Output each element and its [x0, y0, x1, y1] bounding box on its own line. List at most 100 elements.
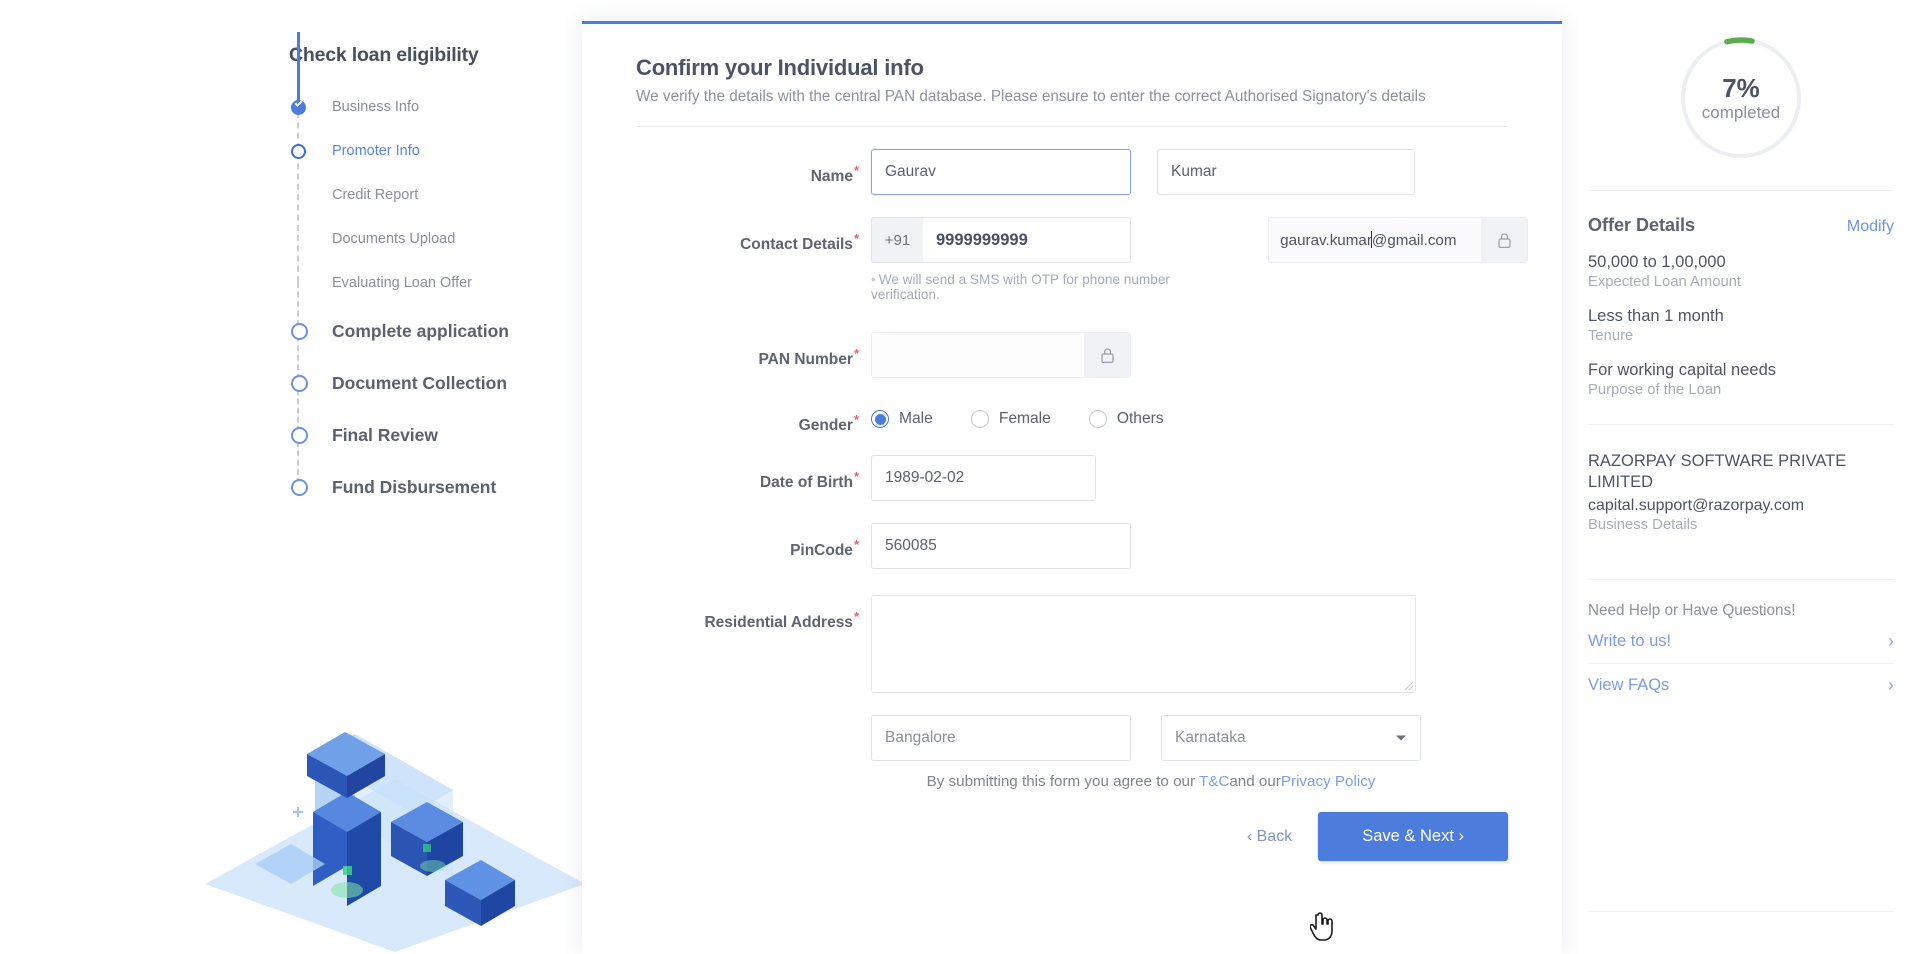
progress-stepper: Check loan eligibility Business Info Pro… — [289, 32, 582, 513]
step-label: Evaluating Loan Offer — [332, 275, 472, 291]
business-details-label: Business Details — [1588, 516, 1698, 533]
progress-percent: 7% — [1722, 73, 1760, 103]
name-row: Name* Gaurav Kumar — [616, 149, 1528, 195]
sidebar-item-promoter-info[interactable]: Promoter Info — [291, 129, 582, 173]
stepper-connector — [297, 282, 300, 326]
phone-input[interactable]: 9999999999 — [923, 217, 1131, 263]
sidebar-item-business-info[interactable]: Business Info — [291, 85, 582, 129]
back-button[interactable]: ‹ Back — [1225, 816, 1314, 858]
pincode-label: PinCode* — [790, 537, 859, 560]
circle-icon — [291, 143, 306, 159]
stepper-title: Check loan eligibility — [289, 44, 479, 66]
view-faqs-link[interactable]: View FAQs › — [1588, 664, 1894, 707]
buildings-illustration — [205, 732, 585, 952]
offer-key: Tenure — [1588, 328, 1634, 344]
stepper-connector — [297, 32, 300, 66]
sidebar-item-documents-upload[interactable]: Documents Upload — [291, 217, 582, 261]
lock-icon — [1481, 218, 1527, 262]
step-marker — [291, 143, 319, 159]
chevron-right-icon: › — [1888, 630, 1894, 651]
offer-field-purpose: For working capital needs Purpose of the… — [1588, 361, 1894, 398]
progress-caption: completed — [1701, 103, 1781, 122]
radio-icon — [871, 410, 889, 428]
page-title: Confirm your Individual info — [636, 55, 924, 80]
required-marker: * — [853, 231, 859, 246]
sidebar-item-final-review[interactable]: Final Review — [291, 409, 582, 461]
address-row: Residential Address* Bangalore Karnataka — [616, 595, 1528, 790]
sidebar-item-fund-disbursement[interactable]: Fund Disbursement — [291, 461, 582, 513]
resize-grip-icon[interactable] — [1403, 680, 1413, 691]
divider — [1588, 578, 1894, 580]
radio-icon — [1088, 410, 1107, 428]
country-code: +91 — [871, 217, 923, 263]
radio-label: Others — [1116, 410, 1164, 427]
radio-label: Male — [899, 410, 933, 427]
gender-option-male[interactable]: Male — [871, 410, 933, 428]
gender-option-others[interactable]: Others — [1088, 410, 1164, 428]
step-label: Business Info — [332, 99, 420, 115]
sidebar-item-complete-application[interactable]: Complete application — [291, 305, 582, 357]
help-section: Need Help or Have Questions! Write to us… — [1588, 578, 1894, 707]
state-select[interactable]: Karnataka — [1161, 715, 1421, 762]
sidebar-item-credit-report[interactable]: Credit Report — [291, 173, 582, 217]
save-and-next-button[interactable]: Save & Next › — [1318, 812, 1508, 862]
circle-icon — [291, 478, 308, 496]
privacy-policy-link[interactable]: Privacy Policy — [1281, 773, 1376, 790]
gender-row: Gender* Male Female Others — [616, 402, 1528, 435]
gender-label: Gender* — [798, 412, 859, 435]
required-marker: * — [853, 346, 859, 361]
dob-label: Date of Birth* — [759, 469, 859, 492]
page-subtitle: We verify the details with the central P… — [636, 88, 1426, 105]
required-marker: * — [853, 609, 859, 625]
contact-row: Contact Details* +91 9999999999 • We will… — [616, 217, 1528, 302]
stepper-connector — [297, 66, 300, 102]
offer-value: Less than 1 month — [1588, 307, 1724, 325]
offer-details-panel: Offer Details Modify 50,000 to 1,00,000 … — [1588, 190, 1894, 707]
step-marker — [291, 98, 319, 115]
last-name-input[interactable]: Kumar — [1157, 149, 1415, 195]
offer-key: Purpose of the Loan — [1588, 382, 1722, 398]
pincode-input[interactable]: 560085 — [871, 523, 1131, 570]
stepper-connector — [297, 102, 300, 282]
terms-text: By submitting this form you agree to our… — [926, 773, 1376, 791]
first-name-input[interactable]: Gaurav — [871, 149, 1131, 195]
step-marker — [291, 374, 319, 392]
sidebar-item-document-collection[interactable]: Document Collection — [291, 357, 582, 409]
right-panel: 7% completed Offer Details Modify 50,000… — [1562, 0, 1920, 954]
check-circle-icon — [291, 98, 306, 115]
business-email: capital.support@razorpay.com — [1588, 496, 1805, 514]
city-input[interactable]: Bangalore — [871, 715, 1131, 762]
sidebar-item-evaluating-loan-offer[interactable]: Evaluating Loan Offer — [291, 261, 582, 305]
address-textarea[interactable] — [871, 595, 1416, 694]
email-input[interactable]: gaurav.kumar@gmail.com — [1268, 217, 1528, 263]
required-marker: * — [853, 537, 859, 553]
chevron-down-icon — [1396, 735, 1406, 741]
write-to-us-link[interactable]: Write to us! › — [1588, 620, 1894, 663]
progress-section: 7% completed — [1562, 34, 1920, 162]
dob-row: Date of Birth* 1989-02-02 — [616, 455, 1528, 502]
progress-ring: 7% completed — [1677, 34, 1805, 162]
help-link-label: Write to us! — [1588, 631, 1672, 650]
required-marker: * — [853, 412, 859, 427]
chevron-right-icon: › — [1888, 674, 1894, 695]
gender-option-female[interactable]: Female — [970, 410, 1051, 428]
step-label: Credit Report — [332, 187, 419, 203]
pincode-row: PinCode* 560085 — [616, 523, 1528, 570]
tnc-link[interactable]: T&C — [1199, 773, 1229, 790]
otp-hint: • We will send a SMS with OTP for phone n… — [871, 272, 1170, 302]
pan-label: PAN Number* — [758, 346, 859, 369]
business-name: RAZORPAY SOFTWARE PRIVATE LIMITED — [1588, 452, 1847, 492]
circle-icon — [291, 426, 308, 444]
pan-input[interactable] — [871, 332, 1131, 378]
circle-icon — [291, 374, 308, 392]
form-card: Confirm your Individual info We verify t… — [582, 21, 1562, 954]
offer-value: 50,000 to 1,00,000 — [1588, 253, 1726, 271]
offer-value: For working capital needs — [1588, 361, 1777, 379]
step-label: Document Collection — [332, 372, 508, 393]
name-label: Name* — [810, 163, 859, 186]
offer-field-tenure: Less than 1 month Tenure — [1588, 307, 1894, 344]
dob-input[interactable]: 1989-02-02 — [871, 455, 1096, 502]
radio-icon — [970, 410, 989, 428]
required-marker: * — [853, 469, 859, 485]
modify-offer-link[interactable]: Modify — [1847, 218, 1894, 236]
